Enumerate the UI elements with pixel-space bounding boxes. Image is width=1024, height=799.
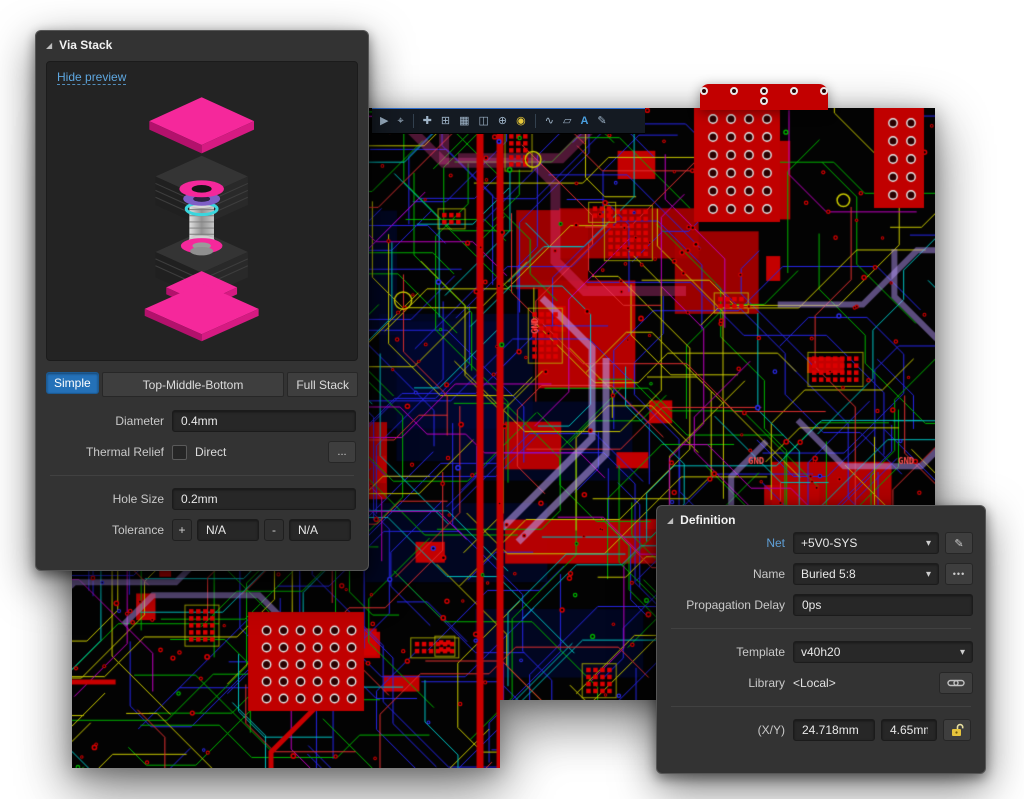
net-dropdown[interactable]: +5V0-SYS ▾ (793, 532, 939, 554)
layers-tool-icon[interactable]: ▦ (459, 116, 469, 127)
pad-hole (790, 87, 798, 95)
via-stack-header: ◢ Via Stack (36, 31, 368, 57)
name-dropdown[interactable]: Buried 5:8 ▾ (793, 563, 939, 585)
unlock-icon (951, 723, 964, 738)
propagation-delay-input[interactable] (793, 594, 973, 616)
separator (671, 628, 971, 629)
pad-hole (730, 87, 738, 95)
pencil-icon: ✎ (954, 537, 963, 550)
chevron-down-icon: ▾ (960, 647, 965, 658)
thermal-relief-more-button[interactable]: ... (328, 441, 356, 463)
tolerance-label: Tolerance (48, 523, 164, 537)
template-label: Template (669, 645, 785, 659)
hide-preview-link[interactable]: Hide preview (57, 70, 126, 85)
thermal-relief-label: Thermal Relief (48, 445, 164, 459)
via-3d-preview (117, 88, 286, 342)
tab-simple[interactable]: Simple (46, 372, 99, 394)
definition-form: Net +5V0-SYS ▾ ✎ Name Buried 5:8 ▾ ••• (657, 532, 985, 741)
chevron-down-icon: ▾ (926, 569, 931, 580)
tab-full-stack[interactable]: Full Stack (287, 372, 358, 397)
pcb-toolbar: ▶ ⌖ ✚ ⊞ ▦ ◫ ⊕ ◉ ∿ ▱ A ✎ (372, 108, 645, 134)
pcb-component-overhang (700, 84, 828, 110)
via-top-plate (150, 97, 255, 153)
library-value: <Local> (793, 676, 836, 690)
via-mode-tabs: Simple Top-Middle-Bottom Full Stack (46, 372, 358, 397)
toolbar-separator (413, 114, 414, 128)
propagation-delay-row: Propagation Delay (669, 594, 973, 616)
text-tool-icon[interactable]: A (580, 116, 588, 127)
net-label: Net (669, 536, 785, 550)
separator (50, 475, 354, 476)
panel-title: Definition (680, 513, 735, 527)
tolerance-minus-sign: - (264, 519, 284, 541)
tolerance-plus-input[interactable] (197, 519, 259, 541)
tolerance-minus-input[interactable] (289, 519, 351, 541)
chevron-down-icon: ▾ (926, 538, 931, 549)
thermal-relief-checkbox[interactable] (172, 445, 187, 460)
origin-tool-icon[interactable]: ⌖ (397, 116, 403, 127)
definition-header: ◢ Definition (657, 506, 985, 532)
name-more-button[interactable]: ••• (945, 563, 973, 585)
library-label: Library (669, 676, 785, 690)
cursor-tool-icon[interactable]: ▶ (380, 116, 388, 127)
xy-label: (X/Y) (669, 723, 785, 737)
tab-top-middle-bottom[interactable]: Top-Middle-Bottom (102, 372, 285, 397)
diameter-row: Diameter (48, 410, 356, 432)
thermal-relief-option-label: Direct (195, 445, 226, 459)
diameter-label: Diameter (48, 414, 164, 428)
template-row: Template v40h20 ▾ (669, 641, 973, 663)
net-row: Net +5V0-SYS ▾ ✎ (669, 532, 973, 554)
x-coordinate-input[interactable] (793, 719, 875, 741)
template-value: v40h20 (801, 645, 840, 659)
definition-panel: ◢ Definition Net +5V0-SYS ▾ ✎ Name Burie… (656, 505, 986, 774)
snap-tool-icon[interactable]: ⊕ (498, 116, 507, 127)
add-tool-icon[interactable]: ✚ (423, 116, 432, 127)
highlight-tool-icon[interactable]: ◉ (516, 116, 526, 127)
collapse-arrow-icon[interactable]: ◢ (667, 516, 673, 525)
panel-title: Via Stack (59, 38, 112, 52)
hole-size-row: Hole Size (48, 488, 356, 510)
pad-hole (760, 87, 768, 95)
tolerance-plus-sign: + (172, 519, 192, 541)
collapse-arrow-icon[interactable]: ◢ (46, 41, 52, 50)
link-icon (947, 678, 965, 688)
name-row: Name Buried 5:8 ▾ ••• (669, 563, 973, 585)
separator (671, 706, 971, 707)
mask-tool-icon[interactable]: ◫ (479, 116, 489, 127)
via-stack-panel: ◢ Via Stack Hide preview (35, 30, 369, 571)
name-value: Buried 5:8 (801, 567, 856, 581)
pad-hole (760, 97, 768, 105)
thermal-relief-row: Thermal Relief Direct ... (48, 441, 356, 463)
signal-tool-icon[interactable]: ∿ (545, 116, 554, 127)
propagation-delay-label: Propagation Delay (669, 598, 785, 612)
via-preview: Hide preview (46, 61, 358, 361)
y-coordinate-input[interactable] (881, 719, 937, 741)
net-value: +5V0-SYS (801, 536, 857, 550)
via-stack-form: Diameter Thermal Relief Direct ... Hole … (36, 410, 368, 541)
lock-button[interactable] (943, 719, 971, 741)
tolerance-row: Tolerance + - (48, 519, 356, 541)
hole-size-label: Hole Size (48, 492, 164, 506)
pad-hole (820, 87, 828, 95)
hole-size-input[interactable] (172, 488, 356, 510)
toolbar-separator (535, 114, 536, 128)
template-dropdown[interactable]: v40h20 ▾ (793, 641, 973, 663)
pad-hole (700, 87, 708, 95)
draw-tool-icon[interactable]: ✎ (597, 116, 606, 127)
polygon-tool-icon[interactable]: ▱ (563, 116, 571, 127)
grid-tool-icon[interactable]: ⊞ (441, 116, 450, 127)
diameter-input[interactable] (172, 410, 356, 432)
edit-net-button[interactable]: ✎ (945, 532, 973, 554)
name-label: Name (669, 567, 785, 581)
library-row: Library <Local> (669, 672, 973, 694)
library-link-button[interactable] (939, 672, 973, 694)
via-bottom-plate-large (145, 284, 259, 342)
xy-row: (X/Y) (669, 719, 973, 741)
desktop: ▶ ⌖ ✚ ⊞ ▦ ◫ ⊕ ◉ ∿ ▱ A ✎ ◢ Via Stack Hide… (0, 0, 1024, 799)
